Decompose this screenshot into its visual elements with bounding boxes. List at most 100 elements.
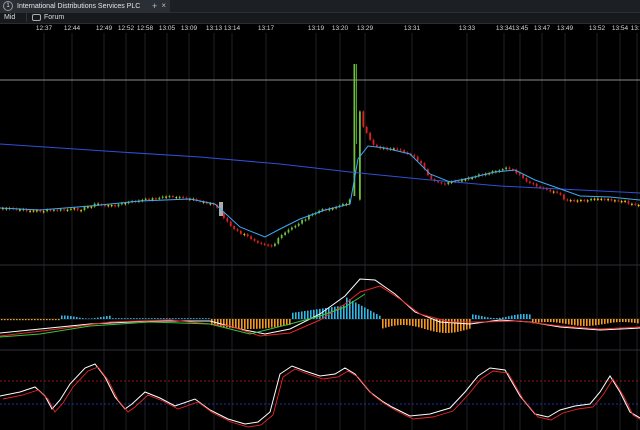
histogram-bar bbox=[298, 311, 300, 319]
candle bbox=[563, 194, 565, 200]
histogram-bar bbox=[253, 319, 255, 329]
histogram-bar bbox=[61, 315, 63, 319]
histogram-bar bbox=[7, 319, 9, 321]
histogram-bar bbox=[199, 318, 201, 319]
histogram-bar bbox=[151, 318, 153, 319]
histogram-bar bbox=[514, 314, 516, 319]
price-mode-mid[interactable]: Mid bbox=[4, 13, 15, 23]
histogram-bar bbox=[526, 314, 528, 319]
histogram-bar bbox=[604, 319, 606, 324]
histogram-bar bbox=[631, 319, 633, 323]
histogram-bar bbox=[70, 316, 72, 319]
price-chart[interactable]: 12:37 12:44 12:49 12:52 12:58 13:05 13:09 13:13… bbox=[0, 24, 640, 430]
candle bbox=[66, 209, 69, 211]
histogram-bar bbox=[520, 314, 522, 319]
candle bbox=[607, 199, 609, 201]
histogram-bar bbox=[370, 310, 372, 319]
candles bbox=[2, 64, 640, 248]
candle bbox=[620, 201, 623, 203]
histogram-bar bbox=[76, 317, 78, 319]
time-label: 12:58 bbox=[137, 25, 154, 32]
candle bbox=[240, 230, 242, 234]
candle bbox=[274, 243, 276, 246]
candle bbox=[172, 195, 174, 198]
close-icon[interactable]: × bbox=[161, 0, 166, 12]
histogram-bar bbox=[505, 316, 507, 319]
candle bbox=[590, 198, 592, 201]
forum-button[interactable]: Forum bbox=[26, 13, 69, 22]
candle bbox=[144, 198, 147, 200]
candle bbox=[600, 198, 603, 200]
histogram-bar bbox=[178, 318, 180, 319]
time-label: 13:34 bbox=[496, 25, 513, 32]
candle bbox=[505, 167, 507, 170]
candle bbox=[110, 205, 113, 207]
histogram-bar bbox=[451, 319, 453, 333]
histogram-bar bbox=[85, 318, 87, 319]
histogram-bar bbox=[583, 319, 585, 326]
add-tab-icon[interactable]: + bbox=[152, 0, 157, 12]
histogram-bar bbox=[265, 319, 267, 329]
histogram-bar bbox=[493, 317, 495, 319]
time-label: 13:45 bbox=[512, 25, 529, 32]
time-label: 12:49 bbox=[96, 25, 113, 32]
histogram-bar bbox=[148, 318, 150, 319]
histogram-bar bbox=[490, 317, 492, 319]
histogram-bar bbox=[196, 318, 198, 319]
histogram-bar bbox=[277, 319, 279, 327]
candle bbox=[29, 210, 31, 212]
candle bbox=[277, 238, 280, 244]
histogram-bar bbox=[334, 306, 336, 319]
candle bbox=[56, 209, 59, 211]
histogram-bar bbox=[613, 319, 615, 323]
candle bbox=[155, 198, 157, 200]
histogram-bar bbox=[247, 319, 249, 329]
histogram-bar bbox=[181, 318, 183, 319]
histogram-bar bbox=[592, 319, 594, 326]
histogram-bar bbox=[580, 319, 582, 326]
histogram-bar bbox=[172, 318, 174, 319]
candle bbox=[107, 205, 110, 207]
candle bbox=[32, 210, 35, 212]
candle bbox=[532, 183, 535, 185]
histogram-bar bbox=[589, 319, 591, 326]
candle bbox=[365, 126, 368, 133]
candle bbox=[175, 197, 178, 199]
candle bbox=[518, 173, 521, 175]
time-label: 12:52 bbox=[118, 25, 135, 32]
histogram-bar bbox=[454, 319, 456, 333]
candle bbox=[396, 148, 399, 150]
histogram-bar bbox=[622, 319, 624, 322]
candle bbox=[182, 196, 184, 199]
candle bbox=[501, 169, 504, 171]
histogram-bar bbox=[250, 319, 252, 329]
histogram-bar bbox=[553, 319, 555, 323]
histogram-bar bbox=[184, 318, 186, 319]
histogram-bar bbox=[154, 318, 156, 319]
histogram-bar bbox=[397, 319, 399, 326]
candle bbox=[617, 200, 620, 202]
histogram-bar bbox=[421, 319, 423, 329]
candle bbox=[603, 198, 606, 200]
tab-instrument[interactable]: 1 International Distributions Services P… bbox=[0, 0, 170, 12]
candle bbox=[399, 149, 402, 151]
candle bbox=[304, 219, 307, 221]
histogram-bar bbox=[280, 319, 282, 327]
histogram-bar bbox=[595, 319, 597, 326]
time-label: 13:19 bbox=[308, 25, 325, 32]
candle bbox=[369, 132, 371, 140]
candle bbox=[59, 209, 62, 211]
histogram-bar bbox=[406, 319, 408, 326]
histogram-bar bbox=[637, 319, 639, 324]
histogram-bar bbox=[346, 297, 348, 319]
histogram-bar bbox=[556, 319, 558, 323]
histogram-bar bbox=[190, 318, 192, 319]
time-label: 13:5 bbox=[631, 25, 640, 32]
candle bbox=[559, 192, 562, 195]
candle bbox=[586, 200, 589, 202]
candle bbox=[70, 208, 72, 210]
histogram-bar bbox=[169, 318, 171, 319]
tab-number-icon: 1 bbox=[3, 1, 13, 11]
histogram-bar bbox=[616, 319, 618, 323]
histogram-bar bbox=[598, 319, 600, 325]
